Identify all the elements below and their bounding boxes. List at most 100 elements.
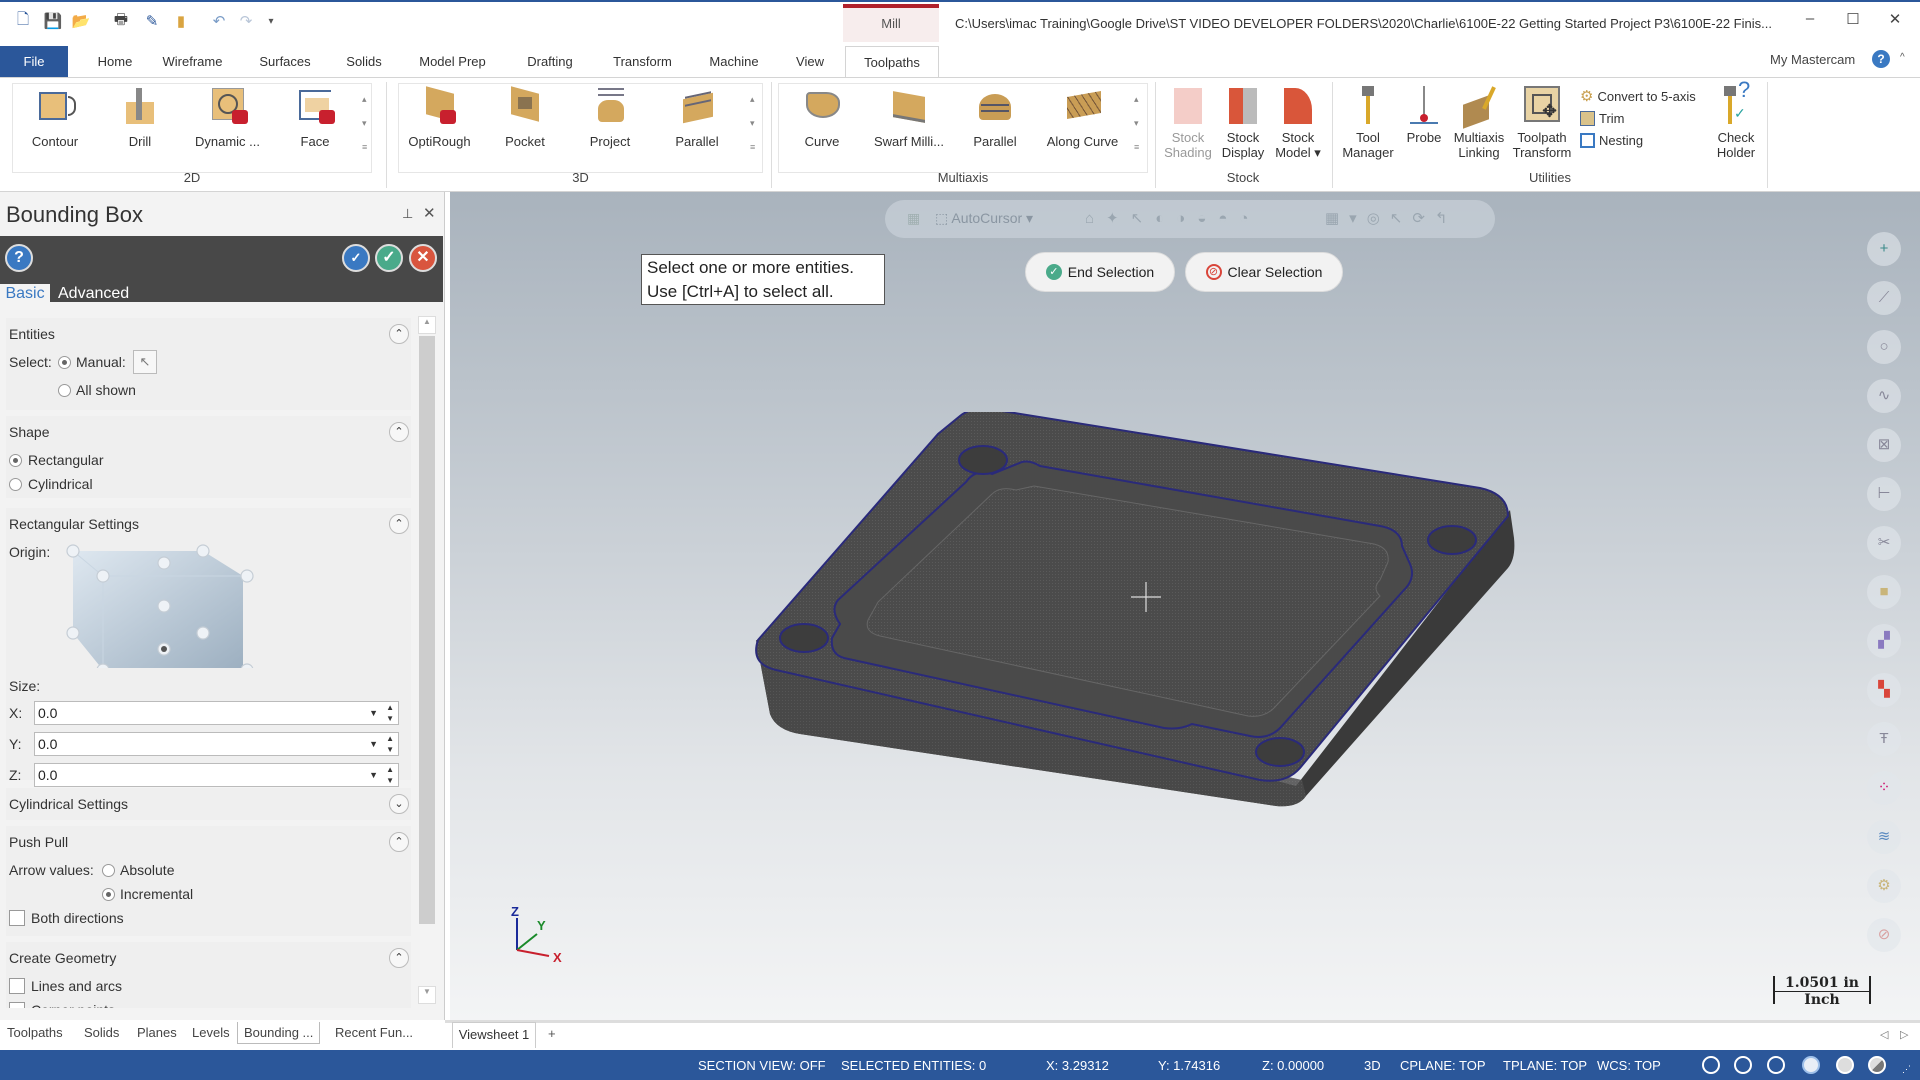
cancel-icon[interactable]: ✕ xyxy=(409,244,437,272)
dropdown-icon[interactable]: ▼ xyxy=(369,702,378,724)
dynamic-button[interactable]: Dynamic ... xyxy=(190,86,265,149)
stock-display-button[interactable]: Stock Display xyxy=(1216,86,1270,160)
viewsheet-scroll-right-icon[interactable]: ▷ xyxy=(1900,1028,1908,1041)
end-selection-button[interactable]: ✓ End Selection xyxy=(1025,252,1175,292)
gallery-up-icon[interactable]: ▴ xyxy=(1134,94,1139,105)
save-icon[interactable]: 💾 xyxy=(44,12,63,30)
contour-button[interactable]: Contour xyxy=(20,86,90,149)
size-y-field[interactable]: 0.0 ▼ ▲ ▼ xyxy=(34,732,399,756)
spinner-icon[interactable]: ▲ ▼ xyxy=(386,702,394,724)
viewsheet-scroll-left-icon[interactable]: ◁ xyxy=(1880,1028,1888,1041)
selection-toolbar-icon[interactable]: ▦ xyxy=(907,210,920,227)
line-icon[interactable]: ⟋ xyxy=(1867,281,1901,315)
gallery-up-icon[interactable]: ▴ xyxy=(362,94,367,105)
drill-button[interactable]: Drill xyxy=(105,86,175,149)
surface-icon[interactable]: ⊠ xyxy=(1867,428,1901,462)
tplane-status[interactable]: TPLANE: TOP xyxy=(1503,1058,1587,1073)
panel-close-icon[interactable]: ✕ xyxy=(423,204,436,222)
tab-recent-functions[interactable]: Recent Fun... xyxy=(335,1025,413,1040)
tab-model-prep[interactable]: Model Prep xyxy=(410,46,495,77)
mill-context-tab[interactable]: Mill xyxy=(843,4,939,42)
3d-part-model[interactable] xyxy=(740,412,1540,832)
parallel-3d-button[interactable]: Parallel xyxy=(662,86,732,149)
size-x-field[interactable]: 0.0 ▼ ▲ ▼ xyxy=(34,701,399,725)
help-icon[interactable]: ? xyxy=(1872,50,1890,68)
settings-icon[interactable]: ⚙ xyxy=(1867,869,1901,903)
mode-toggle[interactable]: 3D xyxy=(1364,1058,1381,1073)
graphics-viewport[interactable]: ▦ ⬚ AutoCursor ▾ ⌂✦↖◐◑◒◓◔ ▦▾◎↖⟳↰ Select … xyxy=(450,192,1920,1020)
tab-planes-manager[interactable]: Planes xyxy=(137,1025,177,1040)
tab-view[interactable]: View xyxy=(790,46,830,77)
close-button[interactable]: ✕ xyxy=(1880,10,1910,34)
select-entities-cursor-button[interactable]: ↖ xyxy=(133,350,157,374)
collapse-shape-icon[interactable]: ⌃ xyxy=(389,422,409,442)
solid-icon[interactable]: ■ xyxy=(1867,575,1901,609)
tab-transform[interactable]: Transform xyxy=(605,46,680,77)
tab-solids[interactable]: Solids xyxy=(338,46,390,77)
stock-shading-button[interactable]: Stock Shading xyxy=(1160,86,1216,160)
file-manager-icon[interactable]: ▮ xyxy=(172,12,190,30)
dimension-icon[interactable]: ⊢ xyxy=(1867,477,1901,511)
tab-advanced[interactable]: Advanced xyxy=(58,284,129,304)
undo-icon[interactable]: ↶ xyxy=(210,12,228,30)
dropdown-icon[interactable]: ▼ xyxy=(369,764,378,786)
open-folder-icon[interactable]: 📂 xyxy=(72,12,91,30)
my-mastercam-link[interactable]: My Mastercam xyxy=(1770,52,1855,67)
tab-toolpaths[interactable]: Toolpaths xyxy=(845,46,939,77)
scroll-down-icon[interactable]: ▼ xyxy=(418,986,436,1004)
tab-solids-manager[interactable]: Solids xyxy=(84,1025,119,1040)
shaded-edges-icon[interactable] xyxy=(1767,1056,1785,1074)
resize-grip-icon[interactable]: ⋰ xyxy=(1902,1064,1911,1075)
ok-and-create-new-icon[interactable]: ✓ xyxy=(342,244,370,272)
spinner-icon[interactable]: ▲ ▼ xyxy=(386,733,394,755)
tab-surfaces[interactable]: Surfaces xyxy=(250,46,320,77)
both-directions-checkbox[interactable] xyxy=(9,910,25,926)
wcs-status[interactable]: WCS: TOP xyxy=(1597,1058,1661,1073)
circle-icon[interactable]: ○ xyxy=(1867,330,1901,364)
cylindrical-radio[interactable] xyxy=(9,478,22,491)
spinner-icon[interactable]: ▲ ▼ xyxy=(386,764,394,786)
shaded-no-edges-icon[interactable] xyxy=(1836,1056,1854,1074)
level-icon[interactable]: ▞ xyxy=(1867,624,1901,658)
tab-levels-manager[interactable]: Levels xyxy=(192,1025,230,1040)
rectangular-radio[interactable] xyxy=(9,454,22,467)
scroll-up-icon[interactable]: ▲ xyxy=(418,316,436,334)
text-icon[interactable]: Ŧ xyxy=(1867,722,1901,756)
convert-to-5-axis-button[interactable]: ⚙ Convert to 5-axis xyxy=(1580,85,1696,107)
swarf-milling-button[interactable]: Swarf Milli... xyxy=(865,86,953,149)
tab-drafting[interactable]: Drafting xyxy=(515,46,585,77)
collapse-ribbon-icon[interactable]: ^ xyxy=(1900,52,1905,63)
spline-icon[interactable]: ∿ xyxy=(1867,379,1901,413)
optirough-button[interactable]: OptiRough xyxy=(402,86,477,149)
corner-points-checkbox[interactable] xyxy=(9,1002,25,1008)
all-shown-radio[interactable] xyxy=(58,384,71,397)
incremental-radio[interactable] xyxy=(102,888,115,901)
trim-button[interactable]: Trim xyxy=(1580,107,1696,129)
tab-file[interactable]: File xyxy=(0,46,68,77)
collapse-push-pull-icon[interactable]: ⌃ xyxy=(389,832,409,852)
tab-toolpaths-manager[interactable]: Toolpaths xyxy=(7,1025,63,1040)
hidden-line-icon[interactable] xyxy=(1734,1056,1752,1074)
collapse-rect-settings-icon[interactable]: ⌃ xyxy=(389,514,409,534)
gallery-down-icon[interactable]: ▾ xyxy=(362,118,367,129)
minimize-button[interactable]: – xyxy=(1795,10,1825,34)
collapse-entities-icon[interactable]: ⌃ xyxy=(389,324,409,344)
pin-icon[interactable]: ⊥ xyxy=(402,206,413,222)
tab-machine[interactable]: Machine xyxy=(700,46,768,77)
scrollbar-thumb[interactable] xyxy=(419,336,435,924)
clear-icon[interactable]: ⊘ xyxy=(1867,918,1901,952)
check-holder-button[interactable]: ? ✓ Check Holder xyxy=(1710,79,1762,161)
gallery-down-icon[interactable]: ▾ xyxy=(1134,118,1139,129)
cplane-status[interactable]: CPLANE: TOP xyxy=(1400,1058,1486,1073)
dropdown-icon[interactable]: ▼ xyxy=(369,733,378,755)
origin-picker[interactable] xyxy=(60,538,260,668)
color-icon[interactable]: ▚ xyxy=(1867,673,1901,707)
layers-icon[interactable]: ≋ xyxy=(1867,820,1901,854)
curve-button[interactable]: Curve xyxy=(788,86,856,149)
expand-cyl-settings-icon[interactable]: ⌄ xyxy=(389,794,409,814)
shaded-icon[interactable] xyxy=(1802,1056,1820,1074)
size-z-field[interactable]: 0.0 ▼ ▲ ▼ xyxy=(34,763,399,787)
clear-selection-button[interactable]: ⊘ Clear Selection xyxy=(1185,252,1343,292)
parallel-multiaxis-button[interactable]: Parallel xyxy=(960,86,1030,149)
tab-home[interactable]: Home xyxy=(85,46,145,77)
